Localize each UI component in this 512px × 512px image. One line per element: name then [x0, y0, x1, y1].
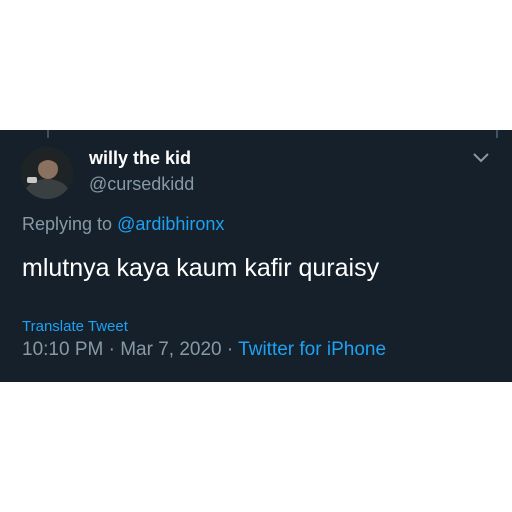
reply-mention-link[interactable]: @ardibhironx	[117, 214, 224, 234]
translate-tweet-link[interactable]: Translate Tweet	[22, 318, 128, 335]
meta-separator: ·	[226, 339, 234, 360]
page: willy the kid @cursedkidd Replying to @a…	[0, 0, 512, 512]
avatar-photo	[21, 147, 73, 199]
tweet-card: willy the kid @cursedkidd Replying to @a…	[0, 130, 512, 382]
tweet-date[interactable]: Mar 7, 2020	[120, 339, 221, 360]
tweet-meta: 10:10 PM · Mar 7, 2020 · Twitter for iPh…	[22, 339, 386, 361]
avatar[interactable]	[21, 147, 73, 199]
author-name[interactable]: willy the kid	[89, 148, 191, 169]
divider-mark	[496, 130, 498, 138]
meta-separator: ·	[108, 339, 115, 360]
reply-prefix: Replying to	[22, 214, 113, 234]
reply-context: Replying to @ardibhironx	[22, 214, 224, 235]
chevron-down-icon[interactable]	[472, 150, 490, 164]
tweet-time[interactable]: 10:10 PM	[22, 339, 103, 360]
author-handle[interactable]: @cursedkidd	[89, 174, 194, 195]
divider-mark	[47, 130, 49, 138]
tweet-text: mlutnya kaya kaum kafir quraisy	[22, 254, 380, 282]
tweet-source-link[interactable]: Twitter for iPhone	[238, 339, 386, 360]
